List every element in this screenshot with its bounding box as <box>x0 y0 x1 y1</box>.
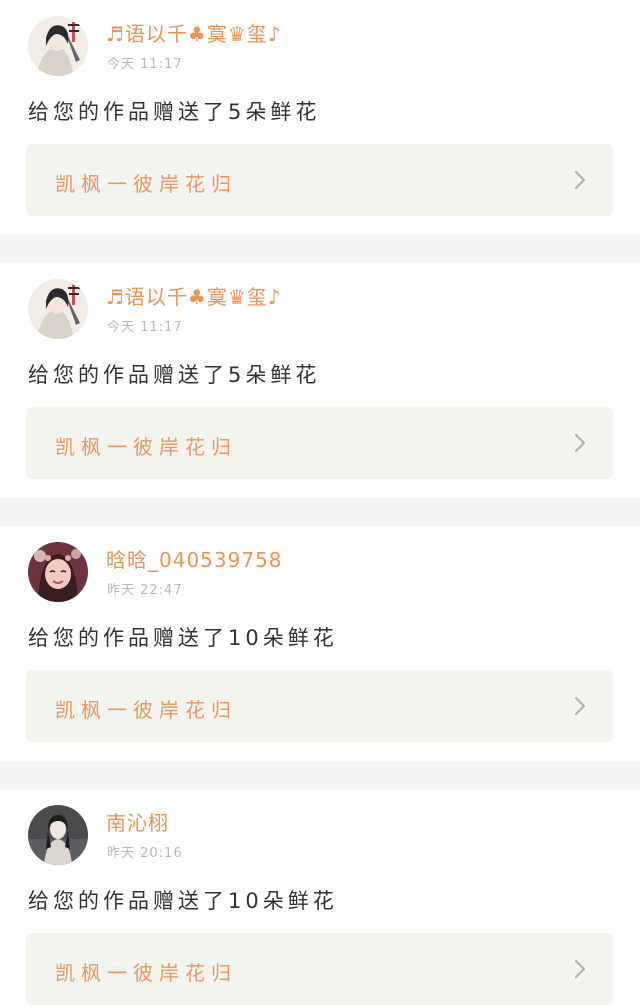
username[interactable]: ♬语以千♣寞♛玺♪ <box>106 18 282 47</box>
chevron-right-icon <box>574 433 586 453</box>
section-divider <box>0 235 640 263</box>
timestamp: 今天 11:17 <box>107 57 183 72</box>
work-link[interactable]: 凯枫一彼岸花归 <box>26 407 613 479</box>
gift-message: 给您的作品赠送了5朵鲜花 <box>28 363 321 387</box>
work-title: 凯枫一彼岸花归 <box>55 698 237 722</box>
timestamp: 今天 11:17 <box>107 320 183 335</box>
avatar[interactable] <box>28 805 88 865</box>
avatar[interactable] <box>28 279 88 339</box>
section-divider <box>0 498 640 526</box>
work-link[interactable]: 凯枫一彼岸花归 <box>26 144 613 216</box>
notification-card: ♬语以千♣寞♛玺♪ 今天 11:17 给您的作品赠送了5朵鲜花凯枫一彼岸花归 <box>0 0 640 235</box>
notification-card: ♬语以千♣寞♛玺♪ 今天 11:17 给您的作品赠送了5朵鲜花凯枫一彼岸花归 <box>0 263 640 498</box>
notification-feed: ♬语以千♣寞♛玺♪ 今天 11:17 给您的作品赠送了5朵鲜花 凯枫一彼岸花归 ♬语以千… <box>0 0 640 1008</box>
chevron-right-icon <box>574 170 586 190</box>
timestamp: 昨天 22:47 <box>107 583 183 598</box>
notification-card: 晗晗_040539758 昨天 22:47 给您的作品赠送了10朵鲜花凯枫一彼岸花归 <box>0 526 640 761</box>
gift-message: 给您的作品赠送了5朵鲜花 <box>28 100 321 124</box>
chevron-right-icon <box>574 696 586 716</box>
gift-message: 给您的作品赠送了10朵鲜花 <box>28 889 338 913</box>
username[interactable]: 南沁栩 <box>106 807 169 836</box>
notification-card: 南沁栩昨天 20:16 给您的作品赠送了10朵鲜花凯枫一彼岸花归 <box>0 789 640 1008</box>
username[interactable]: ♬语以千♣寞♛玺♪ <box>106 281 282 310</box>
work-link[interactable]: 凯枫一彼岸花归 <box>26 670 613 742</box>
avatar[interactable] <box>28 542 88 602</box>
timestamp: 昨天 20:16 <box>107 846 183 861</box>
work-link[interactable]: 凯枫一彼岸花归 <box>26 933 613 1005</box>
chevron-right-icon <box>574 959 586 979</box>
work-title: 凯枫一彼岸花归 <box>55 172 237 196</box>
gift-message: 给您的作品赠送了10朵鲜花 <box>28 626 338 650</box>
work-title: 凯枫一彼岸花归 <box>55 961 237 985</box>
work-title: 凯枫一彼岸花归 <box>55 435 237 459</box>
username[interactable]: 晗晗_040539758 <box>106 544 283 573</box>
avatar[interactable] <box>28 16 88 76</box>
section-divider <box>0 761 640 789</box>
